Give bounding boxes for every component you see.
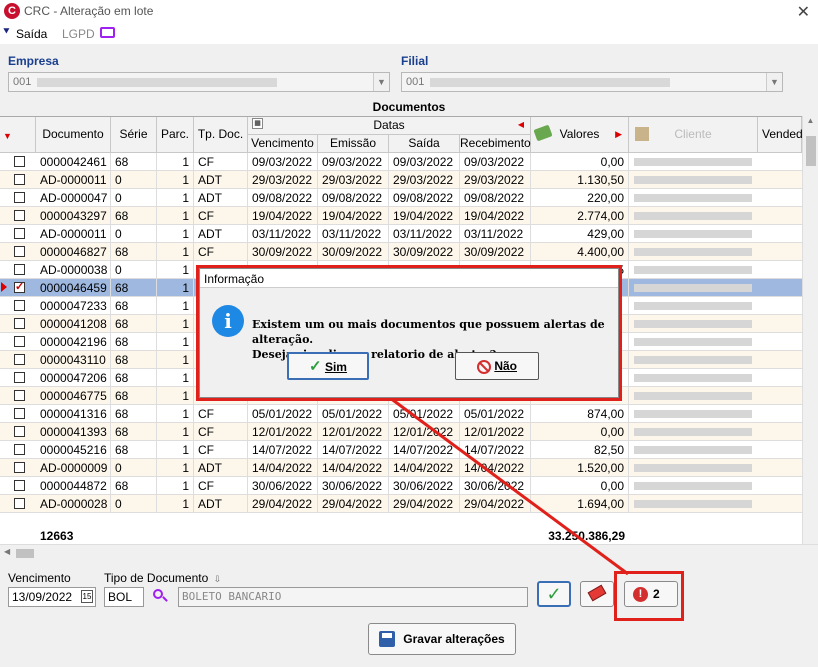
dialog-highlight-box: [196, 265, 622, 401]
